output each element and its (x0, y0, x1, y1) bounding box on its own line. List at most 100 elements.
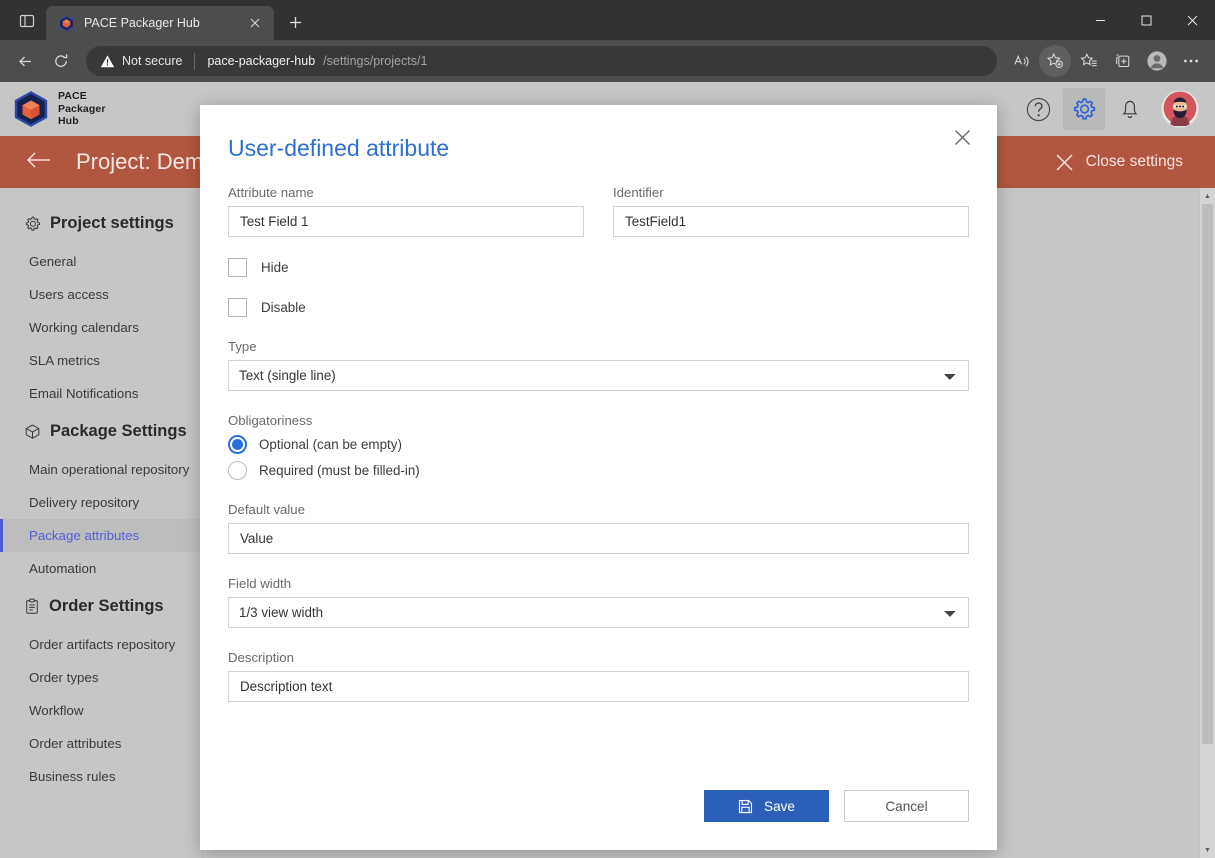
optional-radio[interactable] (228, 435, 247, 454)
gear-icon[interactable] (1063, 88, 1105, 130)
warning-triangle-icon (100, 54, 115, 67)
sidebar-item-package-attributes[interactable]: Package attributes (0, 519, 202, 552)
window-close-button[interactable] (1169, 0, 1215, 40)
gear-icon (25, 216, 40, 231)
name-identifier-row: Attribute name Identifier (228, 185, 969, 237)
sidebar-item-delivery-repository[interactable]: Delivery repository (0, 486, 202, 519)
close-icon (1056, 153, 1073, 171)
disable-checkbox-row[interactable]: Disable (228, 298, 969, 317)
window-controls (1077, 0, 1215, 40)
default-value-input[interactable] (228, 523, 969, 554)
browser-tab[interactable]: PACE Packager Hub (46, 6, 274, 40)
user-avatar[interactable] (1161, 90, 1199, 128)
sidebar-item-general[interactable]: General (0, 245, 202, 278)
window-minimize-button[interactable] (1077, 0, 1123, 40)
sidebar-item-automation[interactable]: Automation (0, 552, 202, 585)
favorites-icon[interactable] (1073, 45, 1105, 77)
page-scrollbar[interactable]: ▲ ▼ (1199, 188, 1215, 858)
help-circle-icon[interactable] (1017, 88, 1059, 130)
type-field-group: Type Text (single line) (228, 339, 969, 391)
scroll-up-icon[interactable]: ▲ (1204, 188, 1211, 204)
sidebar-item-order-artifacts-repository[interactable]: Order artifacts repository (0, 628, 202, 661)
sidebar-item-working-calendars[interactable]: Working calendars (0, 311, 202, 344)
clipboard-icon (26, 598, 38, 614)
logo-line-1: PACE (58, 89, 87, 102)
sidebar-item-main-operational-repository[interactable]: Main operational repository (0, 453, 202, 486)
close-settings-button[interactable]: Close settings (1055, 136, 1183, 188)
add-favorite-icon[interactable] (1039, 45, 1071, 77)
description-input[interactable] (228, 671, 969, 702)
scroll-down-icon[interactable]: ▼ (1204, 842, 1211, 858)
sidebar: Project settings General Users access Wo… (0, 188, 203, 858)
close-icon[interactable] (945, 120, 979, 154)
save-floppy-icon (738, 799, 753, 813)
url-path: /settings/projects/1 (323, 54, 428, 68)
sidebar-group-label: Project settings (50, 214, 174, 232)
pace-cube-logo (14, 91, 48, 127)
sidebar-group-label: Package Settings (50, 422, 187, 440)
sidebar-item-business-rules[interactable]: Business rules (0, 760, 202, 793)
app-logo[interactable]: PACE Packager Hub (14, 90, 106, 128)
app-logo-text: PACE Packager Hub (58, 90, 106, 128)
sidebar-item-email-notifications[interactable]: Email Notifications (0, 377, 202, 410)
cancel-button[interactable]: Cancel (844, 790, 969, 822)
security-status[interactable]: Not secure (100, 54, 182, 69)
collections-icon[interactable] (1107, 45, 1139, 77)
read-aloud-icon[interactable] (1005, 45, 1037, 77)
radio-option-optional[interactable]: Optional (can be empty) (228, 435, 969, 454)
sidebar-item-workflow[interactable]: Workflow (0, 694, 202, 727)
attribute-name-input[interactable] (228, 206, 584, 237)
disable-checkbox[interactable] (228, 298, 247, 317)
type-select[interactable]: Text (single line) (228, 360, 969, 391)
window-maximize-button[interactable] (1123, 0, 1169, 40)
scrollbar-thumb[interactable] (1202, 204, 1213, 744)
radio-option-required[interactable]: Required (must be filled-in) (228, 461, 969, 480)
page-title: Project: Dem (76, 149, 204, 174)
hide-checkbox[interactable] (228, 258, 247, 277)
description-label: Description (228, 650, 294, 665)
optional-label: Optional (can be empty) (259, 437, 402, 452)
user-defined-attribute-dialog: User-defined attribute Attribute name Id… (200, 105, 997, 850)
url-input[interactable]: Not secure pace-packager-hub/settings/pr… (86, 46, 997, 76)
sidebar-item-users-access[interactable]: Users access (0, 278, 202, 311)
sidebar-group-package-settings: Package Settings (0, 410, 202, 453)
tab-close-icon[interactable] (244, 12, 266, 34)
pace-cube-favicon (58, 15, 75, 32)
bell-icon[interactable] (1109, 88, 1151, 130)
new-tab-icon[interactable] (280, 7, 310, 37)
header-actions (1017, 82, 1199, 136)
profile-icon[interactable] (1141, 45, 1173, 77)
sidebar-group-label: Order Settings (49, 597, 164, 615)
browser-window: PACE Packager Hub Not secure pace-packag… (0, 0, 1215, 858)
close-settings-label: Close settings (1085, 153, 1183, 170)
default-value-label: Default value (228, 502, 305, 517)
tab-actions-icon[interactable] (8, 4, 46, 38)
identifier-input[interactable] (613, 206, 969, 237)
required-radio[interactable] (228, 461, 247, 480)
sidebar-item-order-types[interactable]: Order types (0, 661, 202, 694)
reload-icon[interactable] (44, 44, 78, 78)
save-button[interactable]: Save (704, 790, 829, 822)
back-arrow-icon[interactable] (26, 151, 52, 173)
back-arrow-icon[interactable] (8, 44, 42, 78)
field-width-select[interactable]: 1/3 view width (228, 597, 969, 628)
identifier-field-group: Identifier (613, 185, 969, 237)
page-viewport: PACE Packager Hub Project: Dem Close set… (0, 82, 1215, 858)
save-label: Save (764, 798, 795, 814)
logo-line-3: Hub (58, 115, 79, 128)
sidebar-item-order-attributes[interactable]: Order attributes (0, 727, 202, 760)
disable-label: Disable (261, 300, 306, 315)
logo-line-2: Packager (58, 102, 106, 115)
default-value-field-group: Default value (228, 502, 969, 554)
attribute-name-label: Attribute name (228, 185, 314, 200)
package-box-icon (25, 424, 40, 439)
sidebar-item-sla-metrics[interactable]: SLA metrics (0, 344, 202, 377)
hide-checkbox-row[interactable]: Hide (228, 258, 969, 277)
more-options-icon[interactable] (1175, 45, 1207, 77)
required-label: Required (must be filled-in) (259, 463, 420, 478)
attribute-form: Attribute name Identifier Hide Disable (228, 185, 969, 702)
radio-dot (232, 439, 243, 450)
description-field-group: Description (228, 650, 969, 702)
obligatoriness-label: Obligatoriness (228, 413, 313, 428)
tab-strip: PACE Packager Hub (0, 0, 1215, 40)
